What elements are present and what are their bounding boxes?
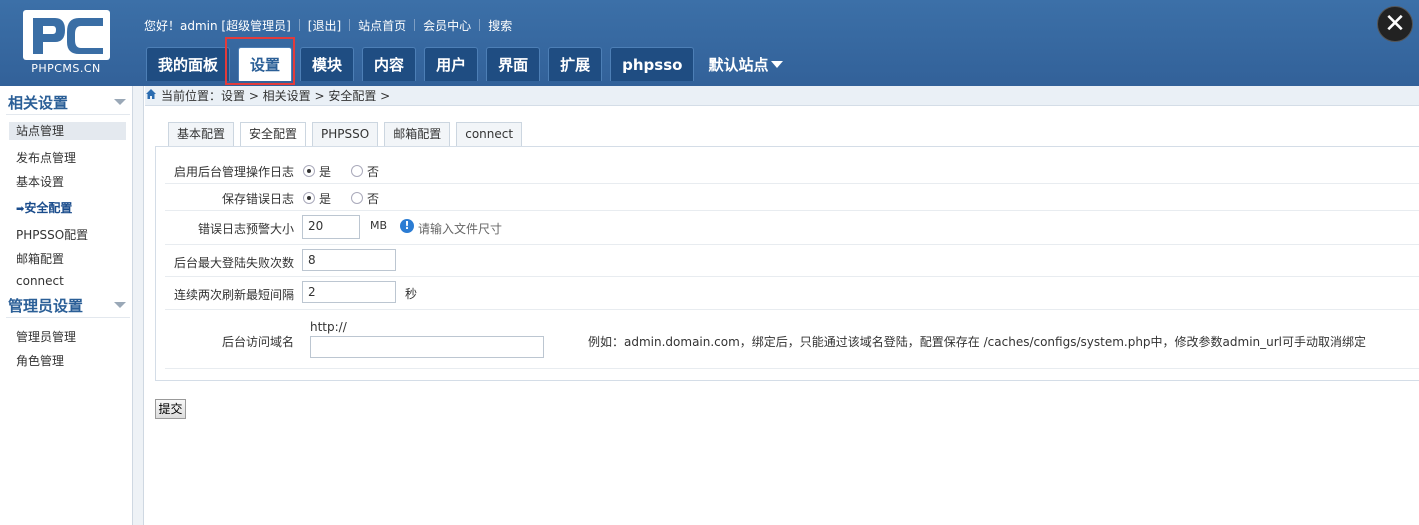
logo-text: PHPCMS.CN (31, 62, 101, 75)
sidebar-item-publish-point[interactable]: 发布点管理 (16, 149, 76, 166)
search-link[interactable]: 搜索 (488, 17, 512, 34)
row-divider (165, 368, 1419, 369)
member-center-link[interactable]: 会员中心 (423, 17, 471, 34)
highlight-box-settings-tab (225, 37, 295, 85)
tab-basic[interactable]: 基本配置 (168, 122, 235, 146)
error-log-yes-label[interactable]: 是 (319, 190, 331, 207)
admin-log-no-label[interactable]: 否 (367, 163, 379, 180)
chevron-down-icon[interactable] (114, 99, 126, 105)
error-size-label: 错误日志预警大小 (197, 222, 294, 236)
admin-domain-prefix: http:// (310, 320, 347, 334)
tab-security[interactable]: 安全配置 (240, 122, 307, 146)
sidebar-item-role-manage[interactable]: 角色管理 (16, 352, 64, 369)
nav-tab-phpsso[interactable]: phpsso (610, 47, 695, 81)
admin-log-no-radio[interactable] (351, 165, 363, 177)
separator (414, 19, 416, 31)
settings-tabs: 基本配置 安全配置 PHPSSO 邮箱配置 connect (168, 122, 528, 146)
nav-tab-users[interactable]: 用户 (424, 47, 479, 81)
separator (298, 19, 300, 31)
admin-log-yes-label[interactable]: 是 (319, 163, 331, 180)
top-header: PHPCMS.CN 您好！admin [超级管理员] [退出] 站点首页 会员中… (0, 0, 1419, 86)
sidebar-group-related-settings[interactable]: 相关设置 (8, 92, 68, 113)
row-divider (165, 244, 1419, 245)
sidebar-item-admin-manage[interactable]: 管理员管理 (16, 328, 76, 345)
sidebar-item-site-manage[interactable]: 站点管理 (9, 122, 126, 140)
row-divider (165, 276, 1419, 277)
max-login-fail-input[interactable]: 8 (302, 249, 396, 271)
error-size-unit: MB (370, 219, 388, 232)
error-log-yes-radio[interactable] (303, 192, 315, 204)
admin-log-label: 启用后台管理操作日志 (173, 165, 294, 179)
greeting-text: 您好！admin [超级管理员] (144, 18, 291, 33)
info-icon: ! (400, 219, 414, 233)
site-home-link[interactable]: 站点首页 (358, 17, 406, 34)
logout-link[interactable]: [退出] (308, 17, 341, 34)
nav-tab-my-panel[interactable]: 我的面板 (146, 47, 231, 81)
breadcrumb: 当前位置：设置 > 相关设置 > 安全配置 > (145, 86, 1419, 106)
divider (6, 317, 130, 318)
error-log-no-radio[interactable] (351, 192, 363, 204)
logo[interactable]: PHPCMS.CN (3, 3, 129, 83)
top-links-bar: 您好！admin [超级管理员] [退出] 站点首页 会员中心 搜索 (144, 16, 512, 34)
admin-domain-input[interactable] (310, 336, 544, 358)
site-switch-dropdown[interactable]: 默认站点 (702, 47, 789, 81)
refresh-interval-input[interactable]: 2 (302, 281, 396, 303)
separator (479, 19, 481, 31)
separator (349, 19, 351, 31)
nav-tab-extensions[interactable]: 扩展 (548, 47, 603, 81)
tab-email[interactable]: 邮箱配置 (384, 122, 451, 146)
admin-domain-label: 后台访问域名 (221, 335, 294, 349)
tab-phpsso[interactable]: PHPSSO (312, 122, 379, 146)
phpcms-logo-icon (23, 10, 110, 60)
sidebar-item-basic-settings[interactable]: 基本设置 (16, 173, 64, 190)
divider (6, 114, 130, 115)
nav-tab-modules[interactable]: 模块 (300, 47, 355, 81)
error-size-hint: 请输入文件尺寸 (418, 222, 503, 236)
admin-log-yes-radio[interactable] (303, 165, 315, 177)
home-icon (146, 89, 156, 99)
error-log-no-label[interactable]: 否 (367, 190, 379, 207)
sidebar-item-connect[interactable]: connect (16, 274, 64, 288)
tab-connect[interactable]: connect (456, 122, 523, 146)
refresh-interval-label: 连续两次刷新最短间隔 (173, 288, 294, 302)
close-icon[interactable]: ✕ (1377, 6, 1413, 42)
admin-domain-note: 例如：admin.domain.com，绑定后，只能通过该域名登陆，配置保存在 … (588, 335, 1367, 349)
row-divider (165, 183, 1419, 184)
nav-tab-content[interactable]: 内容 (362, 47, 417, 81)
chevron-down-icon[interactable] (114, 302, 126, 308)
row-divider (165, 210, 1419, 211)
sidebar-item-phpsso[interactable]: PHPSSO配置 (16, 226, 88, 243)
sidebar-item-security[interactable]: ➡安全配置 (16, 199, 72, 216)
refresh-interval-unit: 秒 (405, 287, 418, 301)
error-size-input[interactable]: 20 (302, 215, 360, 239)
sidebar-item-label: 安全配置 (24, 201, 73, 215)
error-log-label: 保存错误日志 (221, 192, 294, 206)
submit-button[interactable]: 提交 (155, 399, 186, 419)
sidebar-divider[interactable] (132, 86, 144, 525)
caret-down-icon (771, 60, 784, 68)
row-divider (165, 309, 1419, 310)
nav-tab-interface[interactable]: 界面 (486, 47, 541, 81)
max-login-fail-label: 后台最大登陆失败次数 (173, 256, 294, 270)
site-switch-label: 默认站点 (708, 55, 769, 74)
sidebar-group-admin-settings[interactable]: 管理员设置 (8, 295, 83, 316)
sidebar-item-email[interactable]: 邮箱配置 (16, 250, 64, 267)
